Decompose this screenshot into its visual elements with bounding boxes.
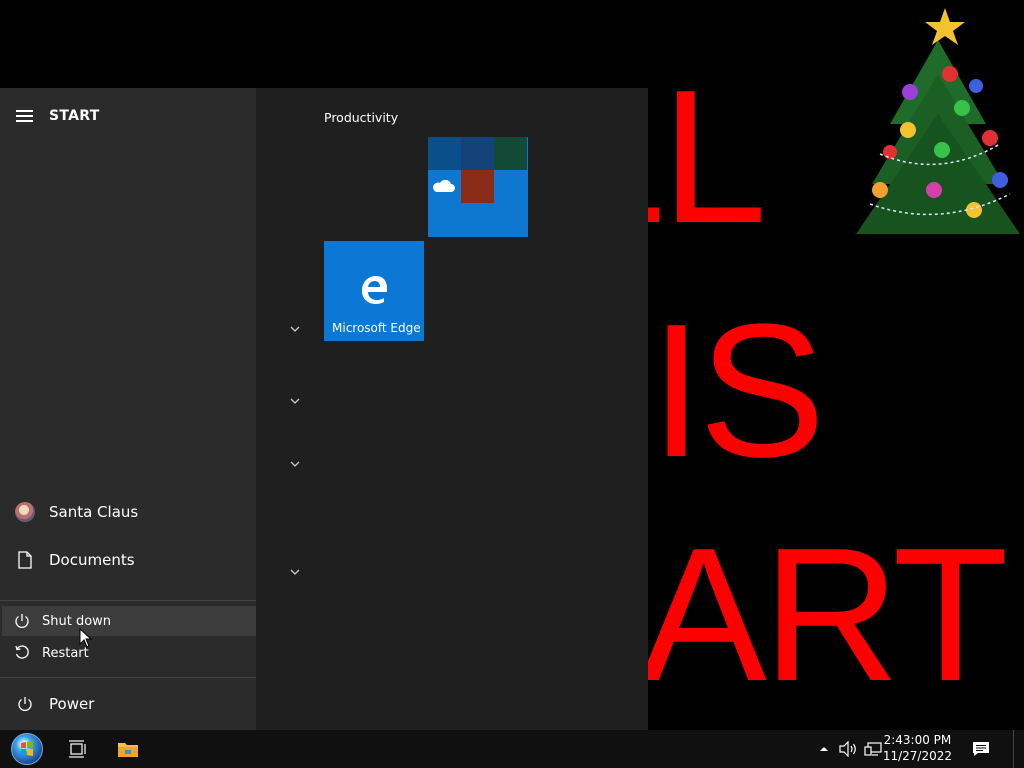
shut-down-label: Shut down [42, 613, 112, 629]
task-view-icon [69, 740, 86, 758]
start-title: START [49, 108, 100, 124]
action-center-button[interactable] [966, 730, 996, 768]
tile-group-label[interactable]: Productivity [324, 110, 398, 125]
notification-icon [973, 742, 989, 756]
folder-mini-tile [494, 137, 527, 170]
power-icon [15, 614, 29, 628]
microsoft-edge-label: Microsoft Edge [332, 321, 421, 335]
clock[interactable]: 2:43:00 PM 11/27/2022 [883, 732, 952, 764]
user-account-item[interactable]: Santa Claus [0, 490, 256, 534]
show-desktop-button[interactable] [1013, 730, 1024, 768]
start-menu-left-pane: START Santa Claus Documents Shut down Re… [0, 88, 258, 730]
show-hidden-icons-button[interactable] [816, 730, 832, 768]
restart-icon [15, 645, 29, 659]
folder-mini-tile [461, 137, 494, 170]
onedrive-icon [433, 179, 455, 192]
clock-date: 11/27/2022 [882, 749, 952, 763]
documents-label: Documents [49, 551, 135, 569]
volume-button[interactable] [836, 730, 860, 768]
folder-mini-tile [461, 170, 494, 203]
edge-icon [362, 276, 387, 304]
documents-item[interactable]: Documents [0, 538, 256, 582]
network-icon [864, 742, 882, 756]
microsoft-edge-tile[interactable]: Microsoft Edge [324, 241, 424, 341]
network-button[interactable] [862, 730, 884, 768]
mouse-cursor-icon [79, 628, 93, 648]
start-menu: START Santa Claus Documents Shut down Re… [0, 88, 648, 730]
onedrive-mini-tile [428, 170, 461, 203]
chevron-down-icon[interactable] [288, 459, 302, 469]
clock-time: 2:43:00 PM [883, 733, 952, 747]
start-menu-tiles-pane: Productivity Microsoft Edge [256, 88, 648, 730]
task-view-button[interactable] [58, 730, 98, 768]
user-name: Santa Claus [49, 503, 139, 521]
file-explorer-icon [118, 743, 138, 757]
tile-folder[interactable] [428, 137, 528, 237]
power-button[interactable]: Power [0, 682, 256, 726]
chevron-down-icon[interactable] [288, 324, 302, 334]
power-icon [17, 697, 32, 711]
start-button[interactable] [7, 730, 47, 768]
document-icon [17, 551, 32, 569]
taskbar: 2:43:00 PM 11/27/2022 [0, 730, 1024, 768]
chevron-down-icon[interactable] [288, 396, 302, 406]
chevron-up-icon [820, 747, 828, 751]
volume-icon [839, 741, 856, 757]
power-label: Power [49, 695, 95, 713]
hamburger-menu-icon[interactable] [16, 110, 34, 122]
shut-down-button[interactable]: Shut down [2, 606, 256, 636]
folder-mini-tile [428, 137, 461, 170]
avatar [14, 502, 35, 522]
start-orb-icon [11, 733, 43, 765]
power-options-flyout: Shut down Restart [0, 600, 258, 678]
restart-button[interactable]: Restart [2, 638, 256, 668]
wallpaper-word-3: ART [640, 509, 1009, 721]
chevron-down-icon[interactable] [288, 567, 302, 577]
file-explorer-button[interactable] [108, 730, 148, 768]
christmas-tree-icon [856, 8, 1020, 234]
wallpaper-word-2: IS [650, 285, 826, 497]
